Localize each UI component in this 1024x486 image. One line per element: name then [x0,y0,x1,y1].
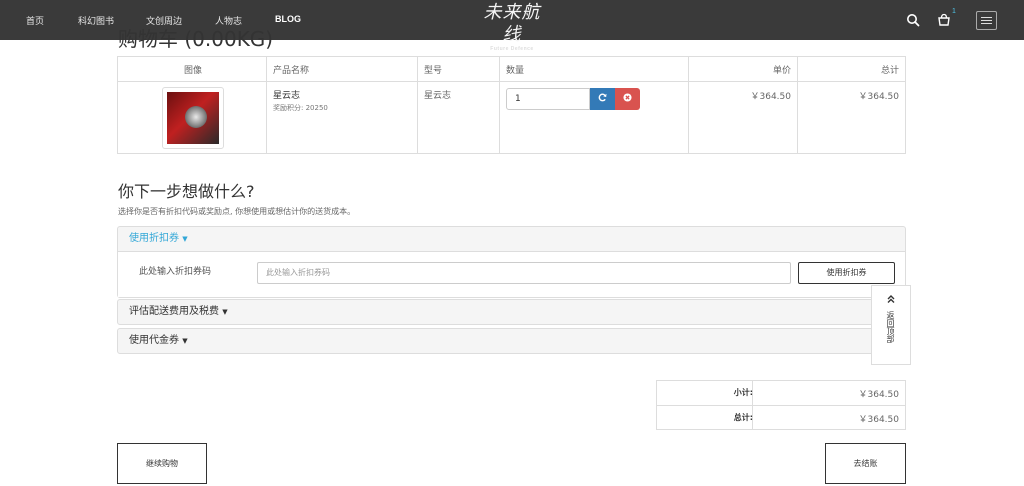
coupon-label: 此处输入折扣券码 [139,267,212,277]
shipping-panel-title: 评估配送费用及税费 [129,306,219,317]
subtotal-row: 小计: ￥364.50 [657,381,905,405]
checkout-button[interactable]: 去结账 [825,443,906,484]
product-name-link[interactable]: 星云志 [273,88,300,101]
coupon-panel-toggle[interactable]: 使用折扣券 ▼ [118,227,905,251]
coupon-panel-title: 使用折扣券 [129,233,179,244]
product-image [167,92,219,144]
item-total-price: ￥364.50 [858,92,900,102]
logo-text: 未来航线 [483,2,541,45]
page-title: 购物车 (0.00KG) [118,27,274,51]
header-total: 总计 [880,66,899,76]
voucher-panel: 使用代金券 ▼ [117,328,906,354]
search-icon[interactable] [906,12,920,31]
grand-total-value: ￥364.50 [858,415,900,425]
next-step-title: 你下一步想做什么? [118,182,255,201]
cart-table: 图像 产品名称 型号 数量 单价 总计 星云志 奖励积分: 20250 星云志 … [117,56,906,154]
nav-link-home[interactable]: 首页 [26,14,44,27]
grand-total-row: 总计: ￥364.50 [657,406,905,430]
back-to-top-label: 返回顶部 [886,311,895,343]
coupon-input[interactable]: 此处输入折扣券码 [257,262,791,284]
caret-down-icon: ▼ [182,235,188,243]
shipping-panel: 评估配送费用及税费 ▼ [117,299,906,325]
subtotal-label: 小计: [733,388,753,397]
header-unit-price: 单价 [772,66,791,76]
header-quantity: 数量 [506,66,525,76]
nav-link-merch[interactable]: 文创周边 [146,14,182,27]
product-thumbnail[interactable] [162,87,224,149]
site-logo[interactable]: 未来航线 Future Defence [476,2,548,52]
menu-toggle-button[interactable] [976,11,997,30]
refresh-icon [598,93,607,102]
update-quantity-button[interactable] [590,88,615,110]
logo-subtitle: Future Defence [490,46,534,52]
apply-coupon-button[interactable]: 使用折扣券 [798,262,895,284]
coupon-panel-body: 此处输入折扣券码 此处输入折扣券码 使用折扣券 [118,251,905,297]
voucher-panel-title: 使用代金券 [129,335,179,346]
quantity-input[interactable] [506,88,590,110]
cart-icon[interactable] [937,12,951,31]
menu-icon [981,17,992,18]
shipping-panel-toggle[interactable]: 评估配送费用及税费 ▼ [118,300,905,324]
product-model: 星云志 [424,91,452,101]
coupon-panel: 使用折扣券 ▼ 此处输入折扣券码 此处输入折扣券码 使用折扣券 [117,226,906,298]
header-image: 图像 [184,66,203,76]
header-product-name: 产品名称 [273,66,310,76]
header-model: 型号 [424,66,443,76]
continue-shopping-button[interactable]: 继续购物 [117,443,207,484]
cart-count-badge: 1 [952,8,956,15]
nav-link-scifi-books[interactable]: 科幻图书 [78,14,114,27]
nav-link-people[interactable]: 人物志 [215,14,242,27]
caret-down-icon: ▼ [222,308,228,316]
caret-down-icon: ▼ [182,337,188,345]
grand-total-label: 总计: [733,413,753,422]
next-step-description: 选择你是否有折扣代码或奖励点, 你想使用或想估计你的送货成本。 [118,207,356,216]
double-chevron-up-icon [872,294,910,307]
back-to-top-button[interactable]: 返回顶部 [871,285,911,365]
voucher-panel-toggle[interactable]: 使用代金券 ▼ [118,329,905,353]
subtotal-value: ￥364.50 [858,390,900,400]
close-circle-icon [623,93,632,102]
totals-table: 小计: ￥364.50 总计: ￥364.50 [656,380,906,430]
remove-item-button[interactable] [615,88,640,110]
nav-link-blog[interactable]: BLOG [275,14,301,24]
item-unit-price: ￥364.50 [750,92,792,102]
product-reward-points: 奖励积分: 20250 [273,104,328,112]
